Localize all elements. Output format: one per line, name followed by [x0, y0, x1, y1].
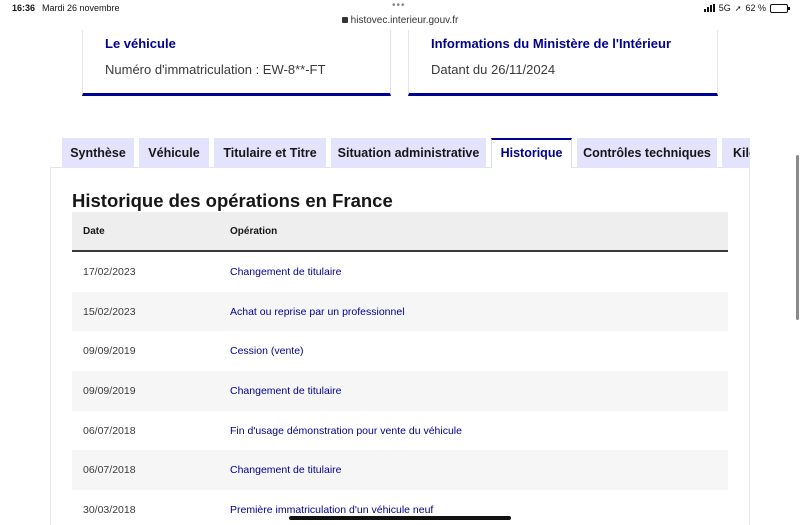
- scrollbar[interactable]: [796, 155, 799, 320]
- header-date: Date: [83, 226, 105, 237]
- vehicle-card: Le véhicule Numéro d'immatriculation : E…: [82, 30, 391, 96]
- row-date: 09/09/2019: [83, 345, 136, 358]
- tab-synthese[interactable]: Synthèse: [62, 138, 134, 168]
- tab-controles-techniques[interactable]: Contrôles techniques: [577, 138, 717, 168]
- row-date: 06/07/2018: [83, 424, 136, 437]
- row-operation-link[interactable]: Première immatriculation d'un véhicule n…: [230, 504, 433, 516]
- table-row: 06/07/2018 Changement de titulaire: [72, 450, 728, 491]
- tab-vehicule[interactable]: Véhicule: [139, 138, 209, 168]
- row-operation-link[interactable]: Fin d'usage démonstration pour vente du …: [230, 425, 462, 437]
- info-date: Datant du 26/11/2024: [431, 62, 556, 77]
- header-operation: Opération: [230, 226, 278, 237]
- status-date: Mardi 26 novembre: [42, 3, 120, 13]
- battery-label: 62 %: [745, 3, 766, 13]
- more-dots-icon[interactable]: •••: [392, 0, 406, 11]
- tab-kilometrage[interactable]: Kilométrage: [722, 138, 750, 168]
- battery-icon: [770, 3, 790, 13]
- location-icon: ➚: [734, 3, 742, 13]
- table-row: 09/09/2019 Changement de titulaire: [72, 371, 728, 411]
- row-date: 15/02/2023: [83, 305, 136, 318]
- row-operation-link[interactable]: Achat ou reprise par un professionnel: [230, 306, 405, 318]
- signal-icon: [703, 4, 715, 12]
- row-operation-link[interactable]: Changement de titulaire: [230, 385, 342, 397]
- row-date: 30/03/2018: [83, 504, 136, 517]
- row-operation-link[interactable]: Cession (vente): [230, 345, 304, 357]
- tab-situation-administrative[interactable]: Situation administrative: [331, 138, 486, 168]
- lock-icon: [341, 17, 348, 23]
- row-operation-link[interactable]: Changement de titulaire: [230, 464, 342, 476]
- history-table: Date Opération 17/02/2023 Changement de …: [72, 212, 728, 525]
- ministry-info-card: Informations du Ministère de l'Intérieur…: [408, 30, 718, 96]
- status-bar: 16:36 Mardi 26 novembre ••• histovec.int…: [0, 0, 800, 30]
- registration-number: Numéro d'immatriculation : EW-8**-FT: [105, 62, 326, 77]
- home-indicator[interactable]: [289, 516, 511, 520]
- tab-titulaire-titre[interactable]: Titulaire et Titre: [214, 138, 326, 168]
- address-bar[interactable]: histovec.interieur.gouv.fr: [0, 15, 800, 26]
- table-row: 15/02/2023 Achat ou reprise par un profe…: [72, 291, 728, 332]
- status-time: 16:36: [12, 3, 36, 13]
- tab-historique[interactable]: Historique: [491, 138, 572, 168]
- row-date: 17/02/2023: [83, 266, 136, 278]
- vehicle-card-title: Le véhicule: [105, 36, 176, 51]
- url-text: histovec.interieur.gouv.fr: [350, 15, 459, 26]
- tab-bar: Synthèse Véhicule Titulaire et Titre Sit…: [60, 138, 750, 168]
- row-operation-link[interactable]: Changement de titulaire: [230, 266, 342, 278]
- status-indicators: 5G ➚ 62 %: [703, 3, 790, 13]
- ministry-card-title: Informations du Ministère de l'Intérieur: [431, 36, 672, 51]
- row-date: 06/07/2018: [83, 464, 136, 477]
- section-title: Historique des opérations en France: [72, 190, 393, 211]
- row-date: 09/09/2019: [83, 385, 136, 398]
- table-row: 17/02/2023 Changement de titulaire: [72, 252, 728, 292]
- table-row: 09/09/2019 Cession (vente): [72, 331, 728, 372]
- table-header: Date Opération: [72, 212, 728, 252]
- network-label: 5G: [718, 3, 731, 13]
- table-row: 06/07/2018 Fin d'usage démonstration pou…: [72, 410, 728, 451]
